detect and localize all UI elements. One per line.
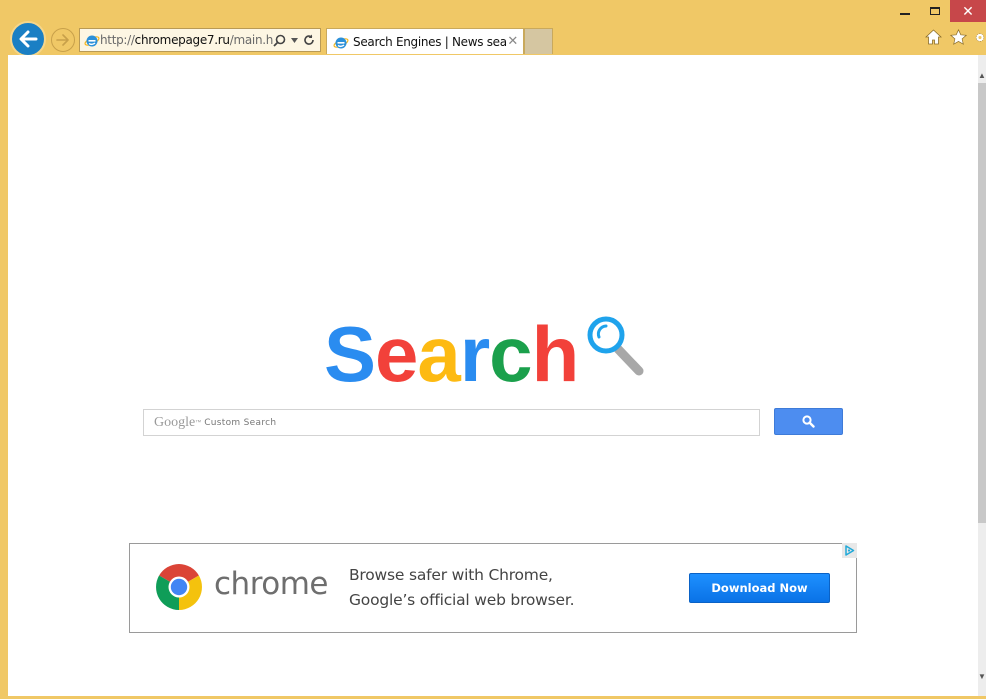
tab-search-engines[interactable]: Search Engines | News search ✕: [326, 28, 524, 54]
minimize-button[interactable]: [890, 0, 920, 22]
refresh-icon[interactable]: [303, 34, 315, 46]
magnifier-icon: [587, 316, 644, 376]
ad-line-1: Browse safer with Chrome,: [349, 566, 553, 584]
ie-logo-icon: [84, 35, 100, 47]
logo-letter: a: [417, 310, 460, 398]
logo-letter: c: [489, 310, 532, 398]
tab-favicon-ie-icon: [333, 37, 349, 48]
chrome-logo-icon: [156, 564, 202, 610]
new-tab-button[interactable]: [524, 28, 553, 54]
scroll-down-icon[interactable]: ▼: [978, 672, 986, 682]
arrow-right-icon: [56, 34, 69, 46]
toolbar-icons: [924, 28, 986, 46]
tab-close-icon[interactable]: ✕: [507, 34, 523, 49]
search-placeholder: Custom Search: [204, 417, 277, 428]
ad-line-2: Google’s official web browser.: [349, 591, 575, 609]
search-logo: Search: [324, 311, 648, 393]
search-icon[interactable]: [273, 34, 286, 47]
google-brand-label: Google: [154, 414, 196, 430]
vertical-scrollbar[interactable]: ▲ ▼: [978, 55, 986, 696]
logo-letter: S: [324, 310, 376, 398]
trademark-mark: ™: [195, 419, 202, 426]
close-icon: ✕: [962, 2, 974, 19]
logo-letter: r: [459, 310, 490, 398]
window-controls: ✕: [890, 0, 986, 22]
tab-title: Search Engines | News search: [353, 34, 507, 49]
search-button[interactable]: [774, 408, 843, 435]
download-now-button[interactable]: Download Now: [689, 573, 830, 603]
forward-button[interactable]: [51, 28, 75, 52]
scroll-up-icon[interactable]: ▲: [978, 71, 986, 81]
dropdown-arrow-icon[interactable]: [291, 37, 298, 43]
logo-wordmark: Search: [324, 310, 580, 398]
search-icon: [802, 415, 815, 428]
settings-gear-icon[interactable]: [974, 28, 986, 46]
minimize-icon: [900, 12, 910, 15]
maximize-icon: [930, 7, 940, 15]
chrome-ad-banner[interactable]: chrome Browse safer with Chrome, Google’…: [129, 543, 857, 633]
adchoices-icon[interactable]: [842, 543, 857, 558]
page-viewport: Search Google ™ Custom Search chrome Brow…: [8, 55, 986, 696]
back-button[interactable]: [10, 21, 46, 57]
close-window-button[interactable]: ✕: [950, 0, 986, 22]
search-input[interactable]: Google ™ Custom Search: [143, 409, 760, 436]
chrome-wordmark: chrome: [214, 566, 329, 602]
url-text[interactable]: http://chromepage7.ru/main.h: [100, 33, 273, 47]
logo-letter: e: [375, 310, 418, 398]
ad-copy: Browse safer with Chrome, Google’s offic…: [349, 563, 575, 613]
favorites-star-icon[interactable]: [949, 28, 967, 46]
scrollbar-thumb[interactable]: [978, 83, 986, 523]
arrow-left-icon: [19, 30, 38, 48]
address-bar[interactable]: http://chromepage7.ru/main.h: [79, 28, 321, 52]
logo-letter: h: [531, 310, 580, 398]
home-icon[interactable]: [924, 28, 942, 46]
maximize-button[interactable]: [920, 0, 950, 22]
